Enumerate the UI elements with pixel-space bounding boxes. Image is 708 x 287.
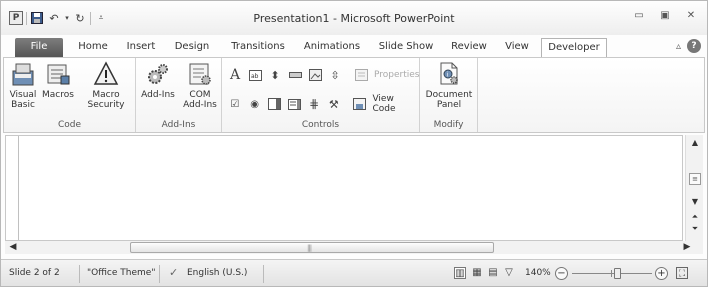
slide-edge — [18, 136, 19, 240]
visual-basic-icon — [10, 61, 36, 87]
zoom-slider-track[interactable] — [572, 273, 652, 274]
tab-design[interactable]: Design — [169, 38, 215, 57]
zoom-in-icon[interactable]: + — [655, 267, 668, 280]
document-panel-label: Document Panel — [425, 90, 473, 110]
reading-view-icon[interactable]: ▤ — [487, 267, 499, 279]
view-code-label[interactable]: View Code — [372, 94, 419, 114]
spelling-check-icon[interactable]: ✓ — [169, 266, 178, 279]
properties-icon[interactable] — [354, 68, 368, 82]
group-code-label: Code — [57, 120, 82, 130]
list-box-icon[interactable] — [287, 97, 301, 111]
macros-icon — [45, 61, 71, 87]
help-icon[interactable]: ? — [687, 39, 701, 53]
group-modify: i Document Panel Modify — [420, 58, 478, 132]
more-controls-icon[interactable]: ⚒ — [327, 97, 341, 111]
vertical-scrollbar[interactable]: ▲ ≡ ▼ ⏶ ⏷ — [685, 135, 703, 241]
tab-animations[interactable]: Animations — [299, 38, 365, 57]
status-separator — [159, 265, 160, 283]
restore-icon[interactable]: ▣ — [659, 10, 671, 21]
tab-developer[interactable]: Developer — [541, 38, 607, 57]
language[interactable]: English (U.S.) — [187, 268, 247, 278]
macro-security-button[interactable]: Macro Security — [78, 61, 134, 110]
horizontal-scrollbar[interactable]: ◀ ||| ▶ — [5, 241, 703, 254]
option-button-icon[interactable]: ◉ — [248, 97, 262, 111]
view-code-icon[interactable] — [353, 97, 367, 111]
grip-icon: ||| — [307, 244, 312, 252]
tab-insert[interactable]: Insert — [121, 38, 161, 57]
tab-home[interactable]: Home — [71, 38, 115, 57]
ribbon-developer: Visual Basic Macros Macro Security Code — [3, 57, 705, 133]
macros-label: Macros — [42, 90, 74, 100]
scroll-thumb-icon[interactable]: ≡ — [689, 173, 701, 185]
warning-icon — [93, 61, 119, 87]
document-panel-button[interactable]: i Document Panel — [422, 61, 476, 110]
controls-row-1: A ab ⬍ ⇳ Properties — [228, 67, 420, 83]
scroll-up-icon[interactable]: ▲ — [686, 138, 704, 147]
theme-name[interactable]: "Office Theme" — [87, 268, 155, 278]
powerpoint-window: P ↶ ▾ ↻ ⩡ Presentation1 - Microsoft Powe… — [0, 0, 708, 287]
com-add-ins-icon — [187, 61, 213, 87]
zoom-out-icon[interactable]: − — [555, 267, 568, 280]
textbox-control-icon[interactable]: ab — [248, 68, 262, 82]
tab-review[interactable]: Review — [447, 38, 491, 57]
label-control-icon[interactable]: A — [228, 67, 242, 83]
tab-view[interactable]: View — [499, 38, 535, 57]
slide-sorter-icon[interactable]: ▦ — [471, 267, 483, 279]
properties-label[interactable]: Properties — [374, 70, 419, 80]
combo-box-icon[interactable] — [267, 97, 282, 111]
next-slide-icon[interactable]: ⏷ — [686, 224, 704, 234]
scroll-left-icon[interactable]: ◀ — [5, 241, 21, 254]
title-bar: P ↶ ▾ ↻ ⩡ Presentation1 - Microsoft Powe… — [1, 1, 707, 35]
add-ins-label: Add-Ins — [141, 90, 175, 100]
group-controls-label: Controls — [301, 120, 340, 130]
visual-basic-button[interactable]: Visual Basic — [6, 61, 40, 110]
status-bar: Slide 2 of 2 "Office Theme" ✓ English (U… — [1, 259, 707, 286]
minimize-ribbon-icon[interactable]: ▵ — [676, 41, 681, 52]
minimize-icon[interactable]: ▭ — [633, 10, 645, 21]
slide-indicator[interactable]: Slide 2 of 2 — [9, 268, 60, 278]
ribbon-tabs: File Home Insert Design Transitions Anim… — [1, 35, 707, 57]
scrollbar-control-icon[interactable] — [288, 68, 302, 82]
tab-file[interactable]: File — [15, 38, 63, 57]
group-add-ins-label: Add-Ins — [161, 120, 196, 130]
slide-editing-area[interactable] — [5, 135, 683, 241]
add-ins-button[interactable]: Add-Ins — [139, 61, 177, 100]
window-title: Presentation1 - Microsoft PowerPoint — [253, 12, 455, 25]
fit-slide-icon[interactable]: ⛶ — [676, 267, 688, 279]
slide-show-icon[interactable]: ▽ — [503, 267, 515, 279]
toggle-button-icon[interactable]: ⇳ — [328, 68, 342, 82]
scroll-down-icon[interactable]: ▼ — [686, 197, 704, 206]
group-modify-label: Modify — [433, 120, 464, 130]
frame-control-icon[interactable]: ⋕ — [307, 97, 321, 111]
group-controls: A ab ⬍ ⇳ Properties ☑ ◉ ⋕ ⚒ View Code Co… — [222, 58, 420, 132]
close-icon[interactable]: ✕ — [685, 10, 697, 21]
svg-text:ab: ab — [251, 73, 259, 80]
status-separator — [79, 265, 80, 283]
com-add-ins-label: COM Add-Ins — [183, 90, 217, 110]
zoom-level[interactable]: 140% — [525, 268, 551, 278]
macros-button[interactable]: Macros — [40, 61, 76, 100]
controls-row-2: ☑ ◉ ⋕ ⚒ View Code — [228, 94, 419, 114]
visual-basic-label: Visual Basic — [9, 90, 37, 110]
normal-view-icon[interactable]: ▥ — [454, 267, 466, 279]
macro-security-label: Macro Security — [87, 90, 125, 110]
tab-slide-show[interactable]: Slide Show — [373, 38, 439, 57]
gears-icon — [145, 61, 171, 87]
ribbon-right-controls: ▵ ? — [676, 39, 701, 53]
window-controls: ▭ ▣ ✕ — [633, 10, 697, 21]
zoom-slider-center-mark — [611, 270, 612, 277]
checkbox-control-icon[interactable]: ☑ — [228, 97, 242, 111]
tab-transitions[interactable]: Transitions — [223, 38, 293, 57]
previous-slide-icon[interactable]: ⏶ — [686, 212, 704, 222]
group-add-ins: Add-Ins COM Add-Ins Add-Ins — [136, 58, 222, 132]
image-control-icon[interactable] — [308, 68, 322, 82]
group-code: Visual Basic Macros Macro Security Code — [4, 58, 136, 132]
spin-button-icon[interactable]: ⬍ — [268, 68, 282, 82]
com-add-ins-button[interactable]: COM Add-Ins — [180, 61, 220, 110]
horizontal-scroll-thumb[interactable]: ||| — [130, 242, 494, 253]
document-panel-icon: i — [436, 61, 462, 87]
status-separator — [263, 265, 264, 283]
zoom-slider-thumb[interactable] — [614, 268, 621, 279]
scroll-right-icon[interactable]: ▶ — [679, 241, 695, 254]
